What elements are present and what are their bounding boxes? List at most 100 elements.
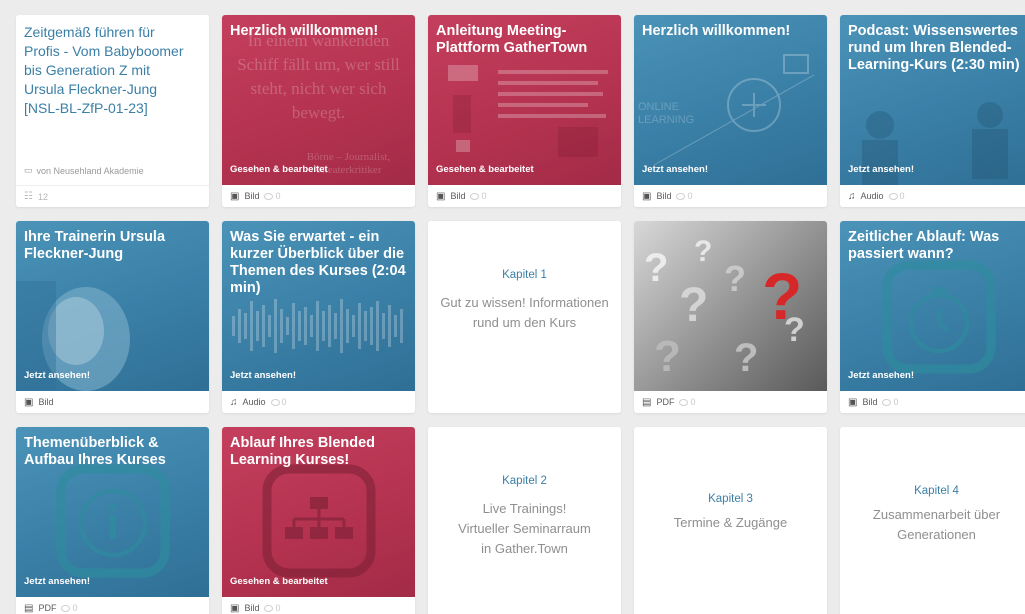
image-icon: ▣ <box>230 602 240 614</box>
card-ablauf-blended-learning[interactable]: Ablauf Ihres Blended Learning Kurses! Ge… <box>222 427 415 614</box>
card-title: Was Sie erwartet - ein kurzer Überblick … <box>230 229 406 296</box>
card-podcast-wissenswertes[interactable]: Podcast: Wissenswertes rund um Ihren Ble… <box>840 15 1025 207</box>
course-title[interactable]: Zeitgemäß führen für Profis - Vom Babybo… <box>24 23 189 118</box>
svg-text:?: ? <box>734 336 758 380</box>
card-title: Zeitlicher Ablauf: Was passiert wann? <box>848 229 1000 262</box>
audio-icon: ♫ <box>848 190 856 202</box>
svg-text:?: ? <box>644 246 668 290</box>
chapter-number: Kapitel 4 <box>914 485 959 497</box>
members-icon: ☷ <box>24 191 33 202</box>
card-herzlich-willkommen-2[interactable]: ONLINE LEARNING Herzlich willkommen! Jet… <box>634 15 827 207</box>
chapter-number: Kapitel 3 <box>708 493 753 505</box>
card-status: Gesehen & bearbeitet <box>230 164 328 175</box>
course-footer: ☷ 12 <box>16 185 209 207</box>
card-image: ONLINE LEARNING <box>634 15 827 185</box>
comment-count: 0 <box>676 191 692 201</box>
card-title: Herzlich willkommen! <box>642 23 791 39</box>
comment-icon <box>679 398 689 406</box>
card-image: ? ? ? ? ? ? ? ? <box>634 221 827 391</box>
chapter-description: Live Trainings! Virtueller Seminarraum i… <box>458 501 591 556</box>
audio-icon: ♫ <box>230 396 238 408</box>
svg-text:?: ? <box>724 258 746 299</box>
comment-count: 0 <box>679 397 695 407</box>
card-fragezeichen-pdf[interactable]: ? ? ? ? ? ? ? ? ▤ PDF 0 <box>634 221 827 413</box>
card-title: Anleitung Meeting-Plattform GatherTown <box>436 23 588 56</box>
image-icon: ▣ <box>436 190 446 202</box>
card-type: Bild <box>38 397 54 407</box>
image-icon: ▣ <box>230 190 240 202</box>
card-type: PDF <box>656 397 675 407</box>
chapter-card-4[interactable]: Kapitel 4 Zusammenarbeit über Generation… <box>840 427 1025 614</box>
card-trainerin[interactable]: Ihre Trainerin Ursula Fleckner-Jung Jetz… <box>16 221 209 413</box>
svg-text:?: ? <box>694 235 712 268</box>
chapter-number: Kapitel 2 <box>502 475 547 487</box>
card-type: Bild <box>862 397 878 407</box>
card-status: Jetzt ansehen! <box>848 164 914 175</box>
card-title: Herzlich willkommen! <box>230 23 379 39</box>
comment-icon <box>888 192 898 200</box>
comment-icon <box>676 192 686 200</box>
card-type: Bild <box>244 603 260 613</box>
card-type: Bild <box>656 191 672 201</box>
card-title: Ablauf Ihres Blended Learning Kurses! <box>230 435 376 468</box>
card-type: PDF <box>38 603 57 613</box>
card-footer: ♫ Audio 0 <box>840 185 1025 207</box>
card-footer: ▣ Bild 0 <box>634 185 827 207</box>
card-status: Jetzt ansehen! <box>24 576 90 587</box>
comment-count: 0 <box>270 397 287 407</box>
comment-icon <box>264 192 274 200</box>
question-marks-photo: ? ? ? ? ? ? ? ? <box>644 235 805 381</box>
comment-count: 0 <box>882 397 898 407</box>
comment-count: 0 <box>264 191 280 201</box>
card-status: Jetzt ansehen! <box>24 370 90 381</box>
image-icon: ▣ <box>642 190 652 202</box>
chat-icon: ▭ <box>24 165 33 175</box>
pdf-icon: ▤ <box>642 396 652 408</box>
chapter-number: Kapitel 1 <box>502 269 547 281</box>
comment-icon <box>264 604 274 612</box>
svg-text:?: ? <box>679 279 708 332</box>
card-footer: ▣ Bild 0 <box>222 597 415 614</box>
card-title: Podcast: Wissenswertes rund um Ihren Ble… <box>848 23 1020 73</box>
course-provider: ▭ von Neusehland Akademie <box>24 165 144 176</box>
svg-text:?: ? <box>762 259 802 333</box>
card-type: Audio <box>242 397 266 407</box>
card-status: Gesehen & bearbeitet <box>436 164 534 175</box>
card-type: Audio <box>860 191 884 201</box>
pdf-icon: ▤ <box>24 602 34 614</box>
card-footer: ▣ Bild <box>16 391 209 413</box>
image-icon: ▣ <box>848 396 858 408</box>
card-footer: ▣ Bild 0 <box>840 391 1025 413</box>
card-footer: ▤ PDF 0 <box>634 391 827 413</box>
online-learning-watermark: ONLINE LEARNING <box>638 101 695 126</box>
svg-text:?: ? <box>654 332 681 381</box>
card-herzlich-willkommen-1[interactable]: In einem wankenden Schiff fällt um, wer … <box>222 15 415 207</box>
card-title: Themenüberblick & Aufbau Ihres Kurses <box>24 435 166 468</box>
course-info-card[interactable]: Zeitgemäß führen für Profis - Vom Babybo… <box>16 15 209 207</box>
card-status: Jetzt ansehen! <box>642 164 708 175</box>
chapter-card-3[interactable]: Kapitel 3 Termine & Zugänge <box>634 427 827 614</box>
card-was-sie-erwartet[interactable]: Was Sie erwartet - ein kurzer Überblick … <box>222 221 415 413</box>
card-type: Bild <box>450 191 466 201</box>
chapter-card-2[interactable]: Kapitel 2 Live Trainings! Virtueller Sem… <box>428 427 621 614</box>
card-type: Bild <box>244 191 260 201</box>
comment-count: 0 <box>470 191 486 201</box>
comment-icon <box>61 604 71 612</box>
online-learning-illustration <box>653 54 815 166</box>
card-anleitung-gathertown[interactable]: Anleitung Meeting-Plattform GatherTown G… <box>428 15 621 207</box>
card-footer: ▣ Bild 0 <box>222 185 415 207</box>
comment-count: 0 <box>61 603 77 613</box>
card-image: In einem wankenden Schiff fällt um, wer … <box>222 15 415 185</box>
member-count: 12 <box>37 191 48 202</box>
card-themenueberblick[interactable]: Themenüberblick & Aufbau Ihres Kurses Je… <box>16 427 209 614</box>
comment-count: 0 <box>888 191 905 201</box>
card-status: Jetzt ansehen! <box>848 370 914 381</box>
quote-watermark: In einem wankenden Schiff fällt um, wer … <box>237 31 400 122</box>
chapter-description: Termine & Zugänge <box>673 515 788 530</box>
card-zeitlicher-ablauf[interactable]: Zeitlicher Ablauf: Was passiert wann? Je… <box>840 221 1025 413</box>
chapter-description: Zusammenarbeit über Generationen <box>872 507 1001 542</box>
chapter-card-1[interactable]: Kapitel 1 Gut zu wissen! Informationen r… <box>428 221 621 413</box>
comment-icon <box>270 398 280 406</box>
card-footer: ♫ Audio 0 <box>222 391 415 413</box>
card-status: Gesehen & bearbeitet <box>230 576 328 587</box>
